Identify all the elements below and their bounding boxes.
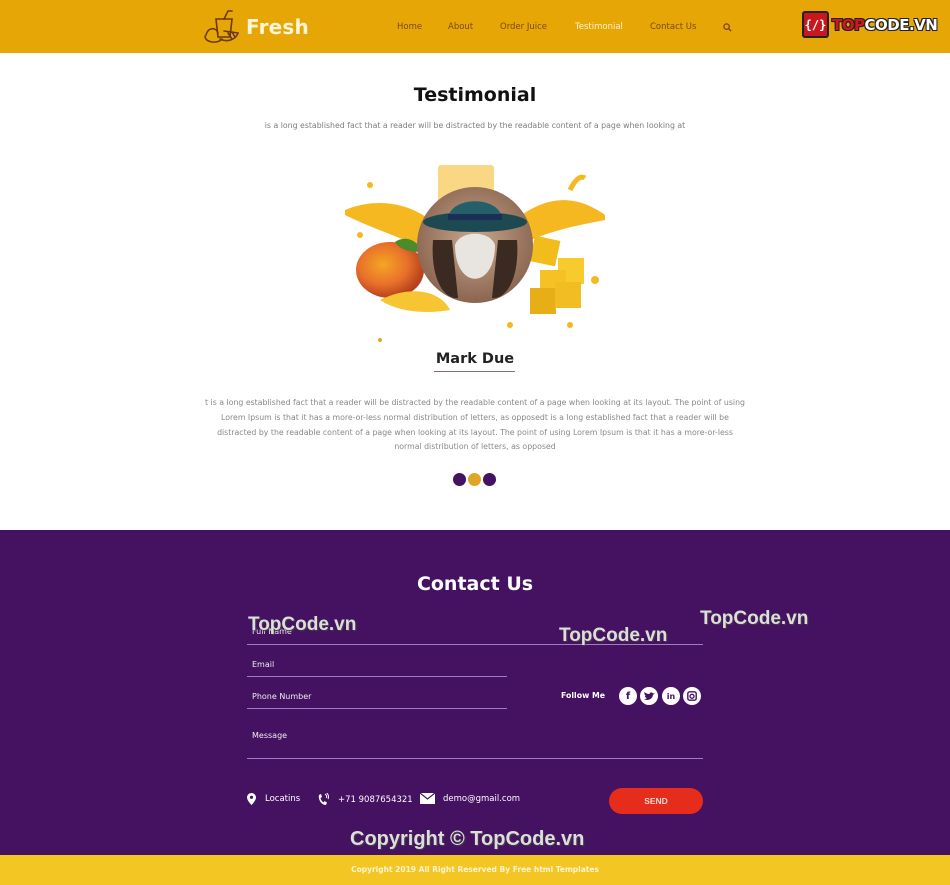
map-pin-icon [247, 793, 256, 805]
location-info: Locatins [247, 793, 300, 805]
watermark-3: TopCode.vn [700, 608, 809, 629]
send-button[interactable]: SEND [609, 788, 703, 814]
footer-copyright: Copyright 2019 All Right Reserved By Fre… [351, 865, 599, 874]
brand-text: TOPCODE.VN [832, 15, 938, 34]
carousel-indicators [453, 473, 496, 486]
carousel-dot-1[interactable] [453, 473, 466, 486]
phone-number-field[interactable]: Phone Number [247, 692, 507, 709]
phone-text: +71 9087654321 [338, 794, 413, 805]
logo[interactable]: Fresh [202, 9, 309, 45]
code-brackets-icon: {/} [802, 11, 829, 38]
juice-logo-icon [204, 10, 240, 43]
twitter-icon[interactable] [640, 687, 658, 705]
search-icon[interactable] [723, 23, 732, 32]
email-info: demo@gmail.com [420, 793, 520, 804]
instagram-icon[interactable] [683, 687, 701, 705]
testimonial-text: t is a long established fact that a read… [205, 398, 745, 452]
linkedin-icon[interactable]: in [662, 687, 680, 705]
location-text: Locatins [265, 794, 301, 804]
testimonial-title: Testimonial [413, 84, 537, 106]
phone-placeholder: Phone Number [252, 692, 312, 701]
watermark-1: TopCode.vn [248, 614, 357, 635]
message-placeholder: Message [252, 731, 288, 740]
facebook-icon[interactable]: f [619, 687, 637, 705]
envelope-icon [420, 793, 435, 804]
message-textarea[interactable]: Message [247, 731, 703, 759]
email-placeholder: Email [252, 660, 275, 669]
carousel-dot-2-active[interactable] [468, 473, 481, 486]
email-text[interactable]: demo@gmail.com [443, 794, 520, 804]
phone-icon [318, 793, 329, 805]
phone-info: +71 9087654321 [317, 793, 413, 806]
logo-text: Fresh [246, 15, 309, 39]
mango-cubes [529, 235, 584, 314]
nav-about[interactable]: About [448, 22, 473, 32]
watermark-2: TopCode.vn [559, 625, 668, 646]
contact-title: Contact Us [416, 573, 534, 595]
nav-testimonial[interactable]: Testimonial [575, 22, 623, 32]
nav-home[interactable]: Home [397, 22, 422, 32]
testimonial-subtitle: is a long established fact that a reader… [264, 121, 686, 130]
testimonial-photo [345, 165, 605, 342]
carousel-dot-3[interactable] [483, 473, 496, 486]
nav-contact-us[interactable]: Contact Us [650, 22, 696, 32]
watermark-copyright: Copyright © TopCode.vn [350, 828, 585, 850]
follow-me-label: Follow Me [561, 691, 606, 700]
testimonial-name: Mark Due [435, 351, 515, 367]
nav-order-juice[interactable]: Order Juice [500, 22, 547, 32]
email-field[interactable]: Email [247, 660, 507, 677]
topcode-brand: {/} TOPCODE.VN [802, 11, 938, 38]
name-underline [434, 371, 515, 372]
